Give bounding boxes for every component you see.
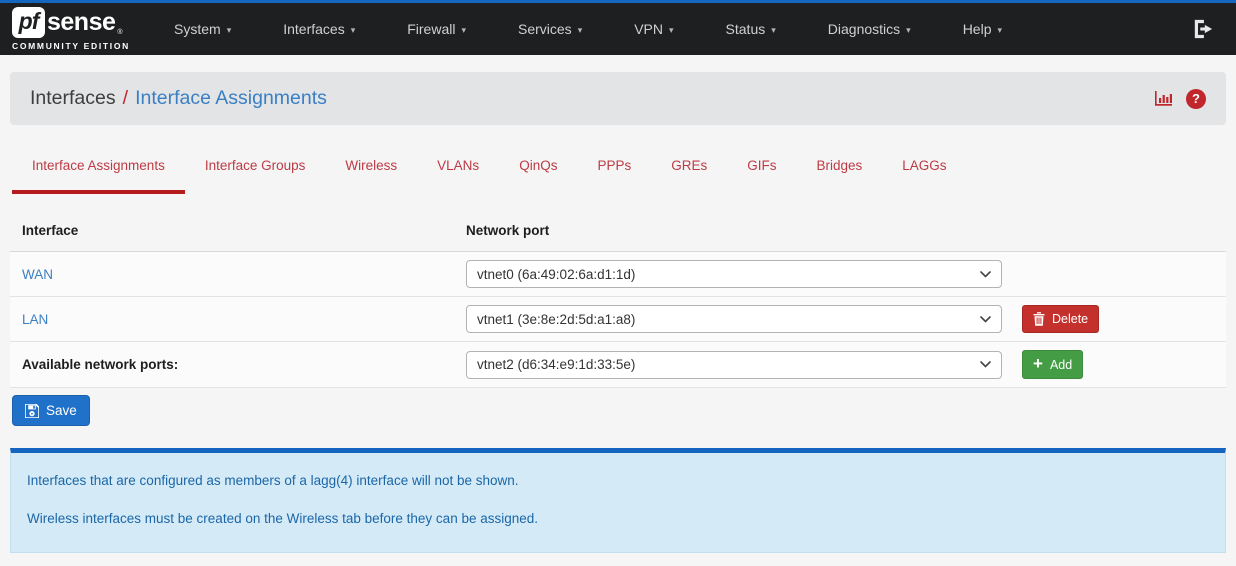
sign-out-icon (1192, 19, 1214, 39)
tab-vlans[interactable]: VLANs (417, 158, 499, 194)
nav-item-firewall[interactable]: Firewall ▾ (381, 3, 492, 55)
table-row-wan: WAN vtnet0 (6a:49:02:6a:d1:1d) (10, 252, 1226, 297)
caret-down-icon: ▾ (997, 25, 1002, 36)
nav-item-vpn[interactable]: VPN ▾ (608, 3, 699, 55)
bar-chart-icon (1154, 90, 1173, 107)
available-port-select[interactable]: vtnet2 (d6:34:e9:1d:33:5e) (466, 351, 1002, 379)
caret-down-icon: ▾ (906, 25, 911, 36)
table-row-lan: LAN vtnet1 (3e:8e:2d:5d:a1:a8) Delete (10, 297, 1226, 342)
registered-mark: ® (117, 29, 122, 38)
info-alert: Interfaces that are configured as member… (10, 448, 1226, 553)
interface-cell: LAN (22, 312, 466, 327)
tab-bridges[interactable]: Bridges (796, 158, 882, 194)
nav-item-help[interactable]: Help ▾ (937, 3, 1028, 55)
lan-interface-link[interactable]: LAN (22, 312, 48, 327)
selected-option-label: vtnet0 (6a:49:02:6a:d1:1d) (477, 267, 635, 282)
interface-cell: Available network ports: (22, 357, 466, 372)
breadcrumb-section: Interfaces (30, 87, 116, 110)
nav-item-services[interactable]: Services ▾ (492, 3, 608, 55)
pfsense-logo-text: sense (47, 10, 115, 35)
network-port-cell: vtnet2 (d6:34:e9:1d:33:5e) + Add (466, 350, 1214, 379)
nav-item-status[interactable]: Status ▾ (700, 3, 802, 55)
breadcrumb-page-link[interactable]: Interface Assignments (135, 87, 327, 110)
nav-item-label: Help (963, 21, 992, 37)
save-button-label: Save (46, 403, 77, 418)
header-actions: ? (1154, 89, 1206, 109)
available-ports-label: Available network ports: (22, 357, 178, 372)
nav-item-label: Diagnostics (828, 21, 900, 37)
status-monitoring-button[interactable] (1154, 90, 1173, 107)
network-port-cell: vtnet1 (3e:8e:2d:5d:a1:a8) Delete (466, 305, 1214, 333)
chevron-down-icon (980, 316, 991, 323)
nav-item-label: Status (726, 21, 766, 37)
caret-down-icon: ▾ (578, 25, 583, 36)
trash-icon (1033, 312, 1045, 326)
table-header-row: Interface Network port (10, 212, 1226, 252)
subnav-tabs: Interface Assignments Interface Groups W… (12, 158, 1224, 194)
save-button[interactable]: Save (12, 395, 90, 426)
tab-qinqs[interactable]: QinQs (499, 158, 577, 194)
help-button[interactable]: ? (1186, 89, 1206, 109)
interface-assignments-table: Interface Network port WAN vtnet0 (6a:49… (10, 212, 1226, 388)
selected-option-label: vtnet1 (3e:8e:2d:5d:a1:a8) (477, 312, 635, 327)
tab-laggs[interactable]: LAGGs (882, 158, 966, 194)
tab-ppps[interactable]: PPPs (577, 158, 651, 194)
breadcrumb: Interfaces / Interface Assignments (30, 87, 327, 110)
caret-down-icon: ▾ (669, 25, 674, 36)
tab-gifs[interactable]: GIFs (727, 158, 796, 194)
column-header-network-port: Network port (466, 223, 549, 238)
tab-wireless[interactable]: Wireless (325, 158, 417, 194)
nav-item-diagnostics[interactable]: Diagnostics ▾ (802, 3, 937, 55)
info-note-wireless: Wireless interfaces must be created on t… (27, 511, 1209, 526)
interface-cell: WAN (22, 267, 466, 282)
main-menu: System▾ Interfaces▾ Firewall▾ Services▾ … (148, 3, 1188, 55)
nav-item-label: System (174, 21, 221, 37)
table-row-available-ports: Available network ports: vtnet2 (d6:34:e… (10, 342, 1226, 388)
delete-button-label: Delete (1052, 312, 1088, 326)
selected-option-label: vtnet2 (d6:34:e9:1d:33:5e) (477, 357, 635, 372)
pfsense-logo-wordmark: pf sense ® (12, 7, 130, 38)
info-note-lagg: Interfaces that are configured as member… (27, 473, 1209, 488)
caret-down-icon: ▾ (227, 25, 232, 36)
add-button[interactable]: + Add (1022, 350, 1083, 379)
tab-interface-groups[interactable]: Interface Groups (185, 158, 326, 194)
delete-button[interactable]: Delete (1022, 305, 1099, 333)
caret-down-icon: ▾ (771, 25, 776, 36)
nav-item-interfaces[interactable]: Interfaces ▾ (257, 3, 381, 55)
wan-interface-link[interactable]: WAN (22, 267, 53, 282)
nav-item-label: VPN (634, 21, 663, 37)
floppy-disk-icon (25, 404, 39, 418)
add-button-label: Add (1050, 358, 1072, 372)
nav-item-label: Interfaces (283, 21, 344, 37)
lan-port-select[interactable]: vtnet1 (3e:8e:2d:5d:a1:a8) (466, 305, 1002, 333)
community-edition-label: COMMUNITY EDITION (12, 41, 130, 51)
chevron-down-icon (980, 361, 991, 368)
nav-item-system[interactable]: System ▾ (148, 3, 257, 55)
caret-down-icon: ▾ (351, 25, 356, 36)
column-header-interface: Interface (22, 223, 466, 238)
pfsense-logo[interactable]: pf sense ® COMMUNITY EDITION (12, 7, 130, 51)
question-icon: ? (1192, 91, 1200, 106)
tab-gres[interactable]: GREs (651, 158, 727, 194)
tab-interface-assignments[interactable]: Interface Assignments (12, 158, 185, 194)
network-port-cell: vtnet0 (6a:49:02:6a:d1:1d) (466, 260, 1214, 288)
top-navbar: pf sense ® COMMUNITY EDITION System ▾ Int… (0, 0, 1236, 55)
breadcrumb-separator: / (123, 87, 128, 110)
nav-item-label: Services (518, 21, 572, 37)
wan-port-select[interactable]: vtnet0 (6a:49:02:6a:d1:1d) (466, 260, 1002, 288)
pf-logo-mark: pf (12, 7, 45, 38)
nav-item-label: Firewall (407, 21, 455, 37)
plus-icon: + (1033, 355, 1043, 372)
logout-button[interactable] (1188, 15, 1218, 43)
page-header: Interfaces / Interface Assignments ? (10, 72, 1226, 125)
chevron-down-icon (980, 271, 991, 278)
caret-down-icon: ▾ (461, 25, 466, 36)
